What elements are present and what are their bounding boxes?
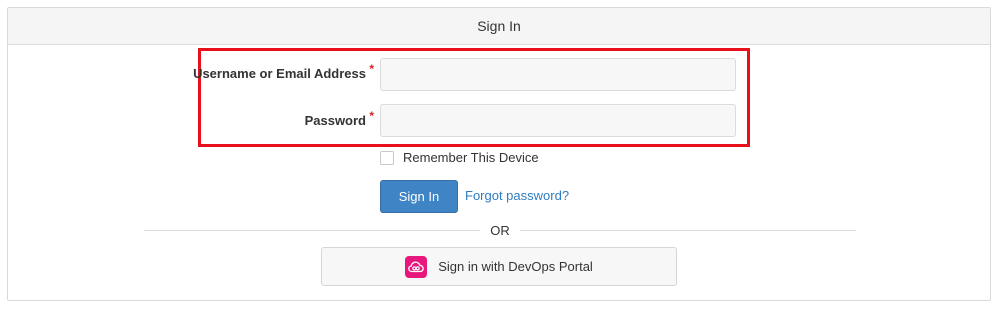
password-field[interactable] <box>380 104 736 137</box>
or-separator: OR <box>490 223 510 238</box>
divider-line-right <box>520 230 856 231</box>
username-label-text: Username or Email Address <box>193 66 366 81</box>
password-label-text: Password <box>304 113 366 128</box>
required-marker: * <box>369 109 374 123</box>
username-label: Username or Email Address * <box>193 62 374 81</box>
required-marker: * <box>369 62 374 76</box>
password-label: Password * <box>304 109 374 128</box>
remember-device-label[interactable]: Remember This Device <box>403 150 539 165</box>
username-field[interactable] <box>380 58 736 91</box>
sign-in-button[interactable]: Sign In <box>380 180 458 213</box>
divider-line-left <box>144 230 480 231</box>
page-title: Sign In <box>477 18 521 34</box>
devops-portal-sign-in-button[interactable]: Sign in with DevOps Portal <box>321 247 677 286</box>
panel-header: Sign In <box>8 8 990 45</box>
forgot-password-link[interactable]: Forgot password? <box>465 188 569 203</box>
remember-device-checkbox[interactable] <box>380 151 394 165</box>
devops-portal-label: Sign in with DevOps Portal <box>438 259 593 274</box>
devops-portal-icon <box>405 255 428 278</box>
